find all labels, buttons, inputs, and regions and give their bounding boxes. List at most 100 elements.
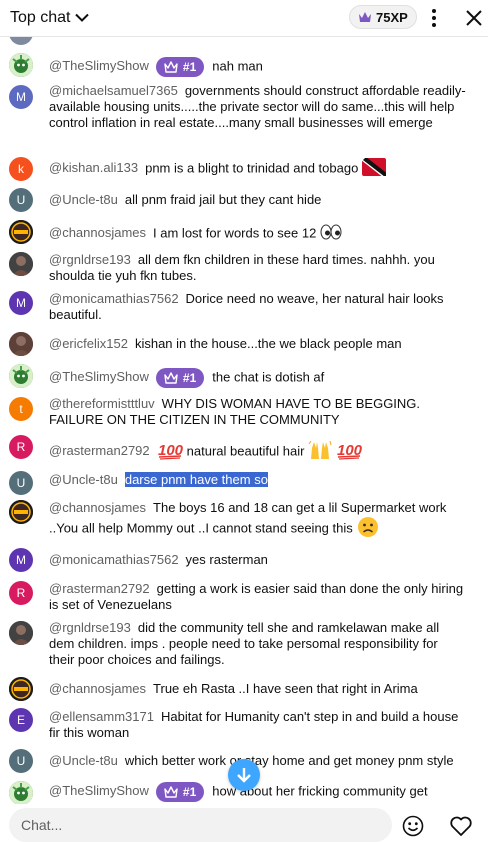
chat-mode-title[interactable]: Top chat <box>10 9 70 27</box>
emoji-picker-icon[interactable] <box>402 815 424 837</box>
avatar[interactable]: R <box>9 435 33 459</box>
avatar[interactable]: U <box>9 749 33 773</box>
message-author[interactable]: @rasterman2792 <box>49 443 150 458</box>
message-body: the chat is dotish af <box>212 369 325 385</box>
avatar[interactable] <box>9 677 33 701</box>
message-text-block: @TheSlimyShow #1 nah man <box>49 57 466 77</box>
avatar-letter: M <box>16 90 26 104</box>
avatar-letter: M <box>16 296 26 310</box>
message-body: I am lost for words to see 12 <box>153 225 317 241</box>
message-text-block: @kishan.ali133 pnm is a blight to trinida… <box>49 157 466 180</box>
avatar[interactable]: M <box>9 548 33 572</box>
chat-input-bar <box>0 804 488 842</box>
message-body: pnm is a blight to trinidad and tobago <box>145 160 359 176</box>
avatar[interactable]: M <box>9 291 33 315</box>
message-text-block: @Uncle-t8u all pnm fraid jail but they ca… <box>49 192 466 208</box>
message-author[interactable]: @rgnldrse193 <box>49 620 131 635</box>
heart-icon[interactable] <box>449 815 473 837</box>
message-body: natural beautiful hair <box>186 443 305 459</box>
avatar-letter: U <box>16 476 26 490</box>
message-text-block: @rgnldrse193 did the community tell she a… <box>49 620 466 668</box>
logo-avatar-icon <box>9 220 33 244</box>
message-text-block: @rasterman2792 getting a work is easier s… <box>49 581 466 613</box>
more-options-icon[interactable] <box>428 8 440 28</box>
message-author[interactable]: @ericfelix152 <box>49 336 128 351</box>
message-author[interactable]: @Uncle-t8u <box>49 753 118 768</box>
message-author[interactable]: @TheSlimyShow <box>49 783 149 798</box>
close-icon[interactable] <box>465 9 483 27</box>
message-author[interactable]: @rasterman2792 <box>49 581 150 596</box>
xp-badge[interactable]: 75XP <box>349 5 417 29</box>
avatar-letter: R <box>16 440 26 454</box>
avatar[interactable]: U <box>9 471 33 495</box>
message-author[interactable]: @channosjames <box>49 500 146 515</box>
avatar[interactable] <box>9 332 33 356</box>
scroll-to-bottom-button[interactable] <box>228 759 260 791</box>
slime-avatar-icon <box>9 364 33 388</box>
avatar[interactable] <box>9 220 33 244</box>
message-text-block: @TheSlimyShow #1 the chat is dotish af <box>49 368 466 388</box>
slime-avatar-icon <box>9 53 33 77</box>
avatar[interactable]: R <box>9 581 33 605</box>
chat-header: Top chat 75XP <box>0 0 488 37</box>
message-author[interactable]: @Uncle-t8u <box>49 192 118 207</box>
crown-icon <box>164 786 178 798</box>
message-author[interactable]: @channosjames <box>49 225 146 240</box>
crown-icon <box>164 372 178 384</box>
top-fan-badge: #1 <box>155 368 205 388</box>
message-text-block: @channosjames I am lost for words to see … <box>49 224 466 244</box>
avatar-letter: k <box>18 162 24 176</box>
slime-avatar-icon <box>9 781 33 804</box>
photo-avatar-icon <box>9 332 33 356</box>
crown-icon <box>359 12 371 22</box>
arrow-down-icon <box>237 768 251 783</box>
message-body: nah man <box>212 58 263 74</box>
avatar-letter: R <box>16 586 26 600</box>
chat-message-list[interactable]: @TheSlimyShow #1 nah man M @michaelsamuel736… <box>0 37 488 804</box>
message-text-block: @ellensamm3171 Habitat for Humanity can't… <box>49 709 466 741</box>
message-text-block: @rasterman2792 100 natural beautiful hair 1… <box>49 439 466 465</box>
message-author[interactable]: @rgnldrse193 <box>49 252 131 267</box>
avatar[interactable] <box>9 364 33 388</box>
message-text-block: @channosjames True eh Rasta ..I have seen… <box>49 681 466 697</box>
badge-label: #1 <box>182 60 197 74</box>
message-author[interactable]: @Uncle-t8u <box>49 472 118 487</box>
message-text-block: @monicamathias7562 yes rasterman <box>49 552 466 568</box>
avatar[interactable]: E <box>9 708 33 732</box>
message-body: which better work or stay home and get m… <box>124 753 454 768</box>
message-author[interactable]: @TheSlimyShow <box>49 58 149 73</box>
message-author[interactable]: @monicamathias7562 <box>49 552 179 567</box>
xp-value: 75XP <box>376 9 408 25</box>
avatar[interactable] <box>9 252 33 276</box>
message-author[interactable]: @michaelsamuel7365 <box>49 83 178 98</box>
avatar[interactable]: M <box>9 85 33 109</box>
photo-avatar-icon <box>9 621 33 645</box>
message-author[interactable]: @channosjames <box>49 681 146 696</box>
hundred-icon: 100 <box>157 440 183 464</box>
raised-hands-icon <box>308 439 332 465</box>
message-author[interactable]: @TheSlimyShow <box>49 369 149 384</box>
message-author[interactable]: @ellensamm3171 <box>49 709 154 724</box>
avatar[interactable] <box>9 53 33 77</box>
message-author[interactable]: @thereformistttluv <box>49 396 155 411</box>
avatar-letter: U <box>16 754 26 768</box>
message-body: kishan in the house...the we black peopl… <box>134 336 402 351</box>
avatar[interactable] <box>9 781 33 804</box>
message-text-block: @Uncle-t8u darse pnm have them so <box>49 472 466 488</box>
message-author[interactable]: @kishan.ali133 <box>49 160 138 175</box>
badge-label: #1 <box>182 371 197 385</box>
avatar[interactable] <box>9 621 33 645</box>
chevron-down-icon[interactable] <box>75 13 90 23</box>
message-text-block: @rgnldrse193 all dem fkn children in thes… <box>49 252 466 284</box>
chat-input[interactable] <box>9 808 392 842</box>
avatar-letter: M <box>16 553 26 567</box>
avatar[interactable]: U <box>9 188 33 212</box>
logo-avatar-icon <box>9 500 33 524</box>
badge-label: #1 <box>182 785 197 799</box>
avatar-letter: t <box>19 402 23 416</box>
avatar[interactable] <box>9 500 33 524</box>
avatar[interactable]: k <box>9 157 33 181</box>
avatar[interactable]: t <box>9 397 33 421</box>
message-author[interactable]: @monicamathias7562 <box>49 291 179 306</box>
crown-icon <box>164 61 178 73</box>
